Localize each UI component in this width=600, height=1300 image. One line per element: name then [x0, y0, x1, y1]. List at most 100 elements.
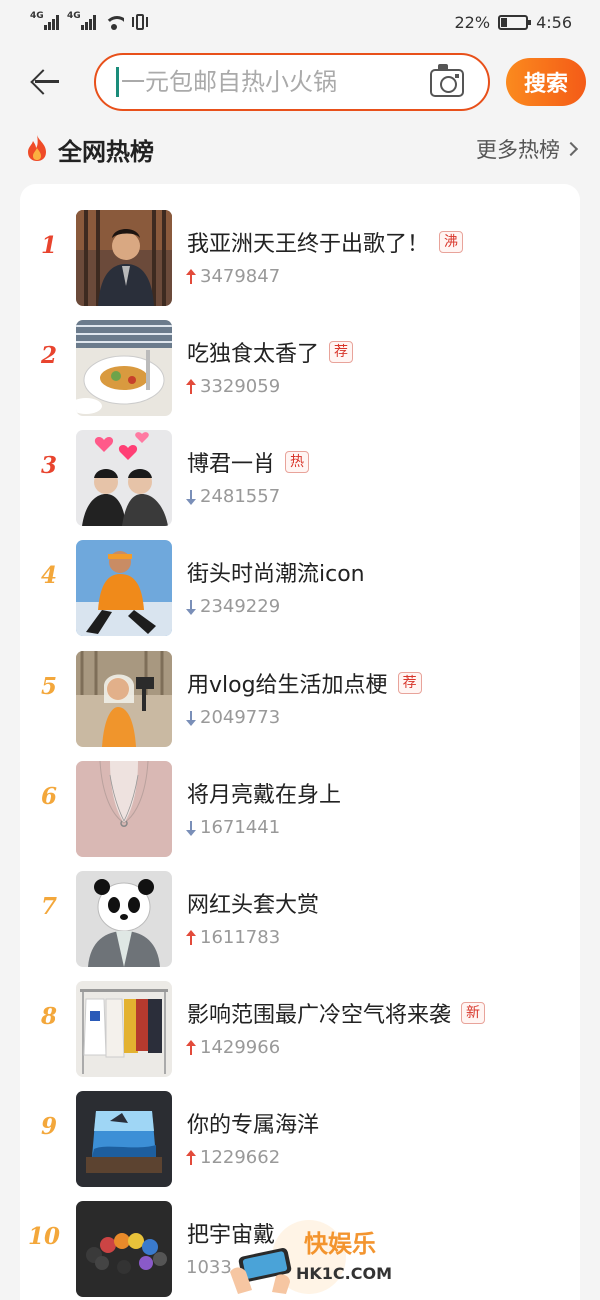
hot-list-item[interactable]: 3 博君一肖热 2481557: [20, 414, 580, 526]
hand-phone-icon: [230, 1248, 292, 1294]
panda-mask-image: [76, 871, 172, 967]
hot-list-title: 全网热榜: [58, 138, 154, 166]
item-title[interactable]: 你的专属海洋: [187, 1107, 319, 1139]
item-title-line: 你的专属海洋: [187, 1107, 319, 1139]
item-title-line: 街头时尚潮流icon: [187, 556, 365, 588]
trend-up-icon: [186, 929, 196, 946]
battery-icon: [498, 14, 532, 30]
rank-number: 1: [40, 232, 57, 259]
search-bar-row: 搜索: [0, 50, 600, 114]
planet-bracelet-image: [76, 1201, 172, 1297]
vibrate-icon: [132, 14, 148, 30]
item-title[interactable]: 街头时尚潮流icon: [187, 556, 365, 588]
man-portrait-image: [76, 210, 172, 306]
heat-count-value: 1429966: [200, 1037, 281, 1058]
text-cursor: [116, 67, 119, 97]
cell-signal-icon: 4G: [30, 11, 59, 30]
heat-count-value: 2481557: [200, 486, 281, 507]
item-title[interactable]: 吃独食太香了: [187, 336, 319, 368]
heat-count-value: 3329059: [200, 376, 281, 397]
rank-number: 2: [40, 342, 57, 369]
food-plate-thumbnail[interactable]: [76, 320, 172, 416]
hearts-duo-thumbnail[interactable]: [76, 430, 172, 526]
item-title[interactable]: 将月亮戴在身上: [187, 777, 341, 809]
hot-tag-badge: 荐: [329, 341, 354, 363]
camera-icon[interactable]: [430, 69, 464, 97]
hot-tag-badge: 新: [461, 1002, 486, 1024]
item-title[interactable]: 影响范围最广冷空气将来袭: [187, 997, 451, 1029]
hot-list-item[interactable]: 6 将月亮戴在身上 1671441: [20, 745, 580, 857]
trend-down-icon: [186, 710, 196, 726]
moon-necklace-thumbnail[interactable]: [76, 761, 172, 857]
rank-number: 3: [40, 452, 57, 479]
rank-number: 4: [40, 562, 57, 589]
hot-list-item[interactable]: 5 用vlog给生活加点梗荐 2049773: [20, 635, 580, 747]
ocean-resin-thumbnail[interactable]: [76, 1091, 172, 1187]
street-fashion-thumbnail[interactable]: [76, 540, 172, 636]
heat-count-value: 2049773: [200, 707, 281, 728]
planet-bracelet-thumbnail[interactable]: [76, 1201, 172, 1297]
back-arrow-icon[interactable]: [28, 64, 64, 100]
clothes-rack-thumbnail[interactable]: [76, 981, 172, 1077]
heat-count-value: 1611783: [200, 927, 281, 948]
item-title-line: 我亚洲天王终于出歌了！ 沸: [187, 226, 464, 258]
trend-down-icon: [186, 489, 196, 505]
heat-count: 2049773: [186, 707, 280, 728]
heat-count: 1429966: [186, 1037, 280, 1058]
trend-up-icon: [186, 378, 196, 395]
network-type-2: 4G: [67, 11, 81, 21]
heat-count: 3479847: [186, 266, 280, 287]
heat-count: 1229662: [186, 1147, 280, 1168]
trend-down-icon: [186, 599, 196, 615]
chevron-right-icon: [563, 141, 579, 157]
network-type-1: 4G: [30, 11, 44, 21]
battery-percent: 22%: [454, 12, 491, 32]
clock: 4:56: [536, 12, 572, 32]
item-title-line: 用vlog给生活加点梗荐: [187, 667, 422, 699]
item-title[interactable]: 我亚洲天王终于出歌了！: [187, 226, 429, 258]
more-hot-lists-label: 更多热榜: [476, 138, 560, 162]
rank-number: 8: [40, 1003, 57, 1030]
hot-list-item[interactable]: 4 街头时尚潮流icon 2349229: [20, 524, 580, 636]
ocean-resin-image: [76, 1091, 172, 1187]
heat-count-value: 2349229: [200, 596, 281, 617]
heat-count: 1671441: [186, 817, 280, 838]
item-title[interactable]: 网红头套大赏: [187, 887, 319, 919]
rank-number: 9: [40, 1113, 57, 1140]
search-box[interactable]: [94, 53, 490, 111]
search-button[interactable]: 搜索: [506, 58, 586, 106]
item-title-line: 吃独食太香了荐: [187, 336, 354, 368]
search-input[interactable]: [121, 68, 411, 96]
heat-count-value: 1229662: [200, 1147, 281, 1168]
hot-list-item[interactable]: 9 你的专属海洋 1229662: [20, 1075, 580, 1187]
rank-number: 7: [40, 893, 57, 920]
heat-count: 1033: [186, 1257, 232, 1278]
trend-down-icon: [186, 820, 196, 836]
watermark: 快娱乐 HK1C.COM: [226, 1214, 396, 1300]
more-hot-lists-link[interactable]: 更多热榜: [476, 134, 579, 164]
heat-count: 3329059: [186, 376, 280, 397]
hot-list-item[interactable]: 8 影响范围最广冷空气将来袭新 1429966: [20, 965, 580, 1077]
status-left: 4G 4G: [30, 11, 148, 30]
item-title[interactable]: 博君一肖: [187, 446, 275, 478]
moon-necklace-image: [76, 761, 172, 857]
item-title-line: 将月亮戴在身上: [187, 777, 341, 809]
hot-list-item[interactable]: 2 吃独食太香了荐 3329059: [20, 304, 580, 416]
trend-up-icon: [186, 1149, 196, 1166]
hot-tag-badge: 荐: [397, 672, 422, 694]
hot-list-item[interactable]: 7 网红头套大赏 1611783: [20, 855, 580, 967]
trend-up-icon: [186, 1039, 196, 1056]
hot-tag-badge: 热: [285, 451, 310, 473]
man-portrait-thumbnail[interactable]: [76, 210, 172, 306]
watermark-text: 快娱乐: [304, 1230, 376, 1258]
item-title[interactable]: 用vlog给生活加点梗: [187, 667, 388, 699]
hot-tag-badge: 沸: [439, 231, 464, 253]
hot-list-item[interactable]: 1 我亚洲天王终于出歌了！ 沸 3479847: [20, 194, 580, 306]
item-title-line: 影响范围最广冷空气将来袭新: [187, 997, 486, 1029]
clothes-rack-image: [76, 981, 172, 1077]
status-right: 22% 4:56: [455, 13, 573, 32]
vlog-girl-thumbnail[interactable]: [76, 651, 172, 747]
panda-mask-thumbnail[interactable]: [76, 871, 172, 967]
trend-up-icon: [186, 268, 196, 285]
rank-number: 5: [40, 673, 57, 700]
